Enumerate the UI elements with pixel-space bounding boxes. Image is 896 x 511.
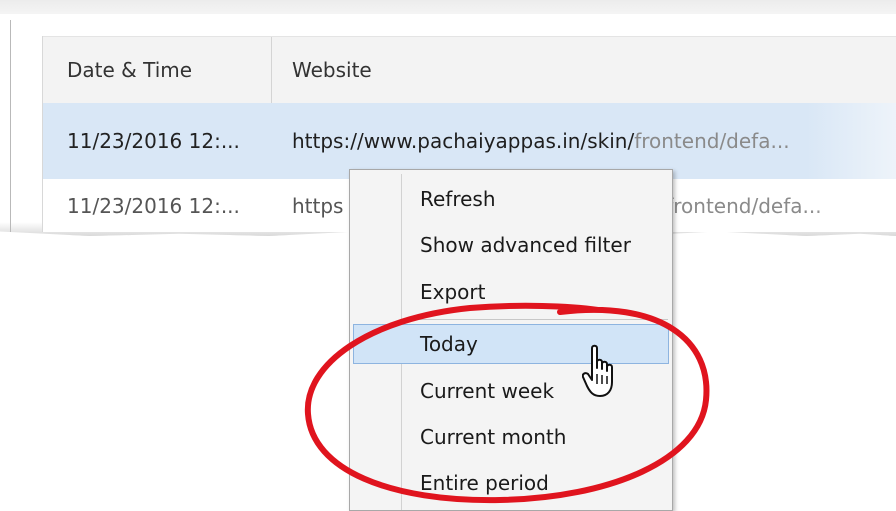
table-row[interactable]: 11/23/2016 12:... https://www.pachaiyapp… (43, 103, 896, 179)
menu-item-current-month[interactable]: Current month (353, 417, 669, 457)
url-text: https (292, 194, 344, 218)
column-header-date[interactable]: Date & Time (43, 37, 272, 103)
url-text-faded: /frontend/defa... (659, 194, 822, 218)
cell-website: https://www.pachaiyappas.in/skin/fronten… (272, 129, 896, 153)
column-header-website[interactable]: Website (272, 58, 896, 82)
menu-item-entire-period[interactable]: Entire period (353, 463, 669, 503)
url-text-faded: frontend/defa... (634, 129, 790, 153)
cell-date: 11/23/2016 12:... (67, 129, 240, 153)
menu-separator (406, 319, 668, 320)
panel-border (10, 20, 11, 232)
cell-date: 11/23/2016 12:... (67, 194, 240, 218)
url-text: https://www.pachaiyappas.in/skin/ (292, 129, 635, 153)
context-menu: Refresh Show advanced filter Export Toda… (349, 169, 673, 511)
hand-pointer-icon (582, 344, 613, 397)
menu-item-export[interactable]: Export (353, 272, 669, 312)
menu-item-show-advanced-filter[interactable]: Show advanced filter (353, 225, 669, 265)
menu-item-refresh[interactable]: Refresh (353, 179, 669, 219)
table-header: Date & Time Website (43, 36, 896, 104)
